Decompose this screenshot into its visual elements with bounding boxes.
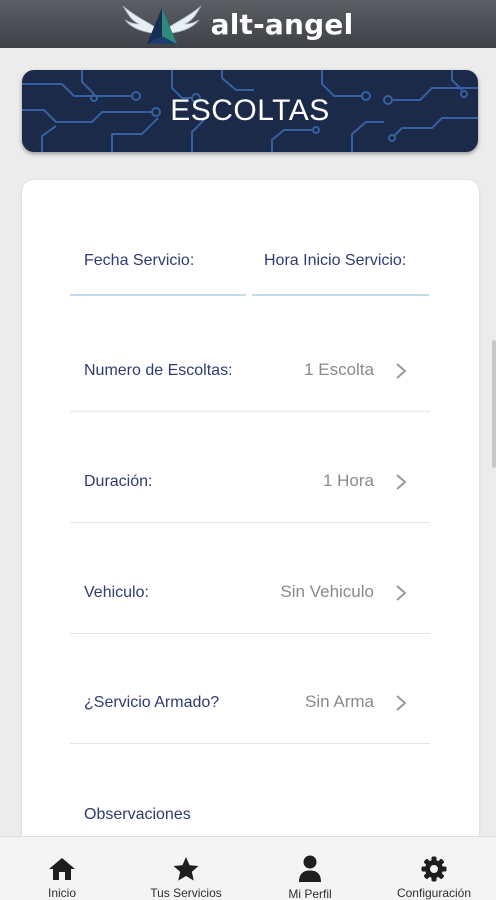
service-form-card: Fecha Servicio: Hora Inicio Servicio: Nu… [22,180,479,860]
section-banner: ESCOLTAS [22,70,478,152]
home-icon [48,855,76,882]
chevron-right-icon [396,363,407,379]
nav-label-configuracion: Configuración [396,886,472,900]
escort-count-label: Numero de Escoltas: [84,362,233,379]
nav-item-tus-servicios[interactable]: Tus Servicios [124,837,248,900]
escort-count-row[interactable]: Numero de Escoltas: 1 Escolta [70,360,430,412]
vehicle-label: Vehiculo: [84,584,149,601]
star-icon [172,855,200,882]
duration-value: 1 Hora [322,471,374,490]
service-date-label: Fecha Servicio: [84,252,195,269]
user-icon [296,855,324,883]
scrollbar[interactable] [492,340,496,468]
nav-item-mi-perfil[interactable]: Mi Perfil [248,837,372,900]
gear-icon [420,855,448,882]
escort-count-value: 1 Escolta [304,360,374,379]
nav-label-inicio: Inicio [47,886,76,900]
chevron-right-icon [396,695,407,711]
armed-service-row[interactable]: ¿Servicio Armado? Sin Arma [70,692,430,744]
date-time-row: Fecha Servicio: Hora Inicio Servicio: [70,252,430,296]
nav-item-inicio[interactable]: Inicio [0,837,124,900]
chevron-right-icon [396,585,407,601]
duration-row[interactable]: Duración: 1 Hora [70,471,430,523]
armed-service-label: ¿Servicio Armado? [84,694,220,711]
angel-wings-logo-icon [119,0,205,48]
banner-title: ESCOLTAS [170,94,330,127]
service-date-field[interactable]: Fecha Servicio: [70,252,246,296]
vehicle-row[interactable]: Vehiculo: Sin Vehiculo [70,582,430,634]
vehicle-value: Sin Vehiculo [280,582,374,601]
duration-label: Duración: [84,473,153,490]
chevron-right-icon [396,474,407,490]
armed-service-value: Sin Arma [305,692,374,711]
service-start-time-label: Hora Inicio Servicio: [264,252,407,269]
app-logo: alt-angel [119,0,354,48]
logo-text: alt-angel [210,7,354,41]
observations-label: Observaciones [84,806,191,823]
service-start-time-field[interactable]: Hora Inicio Servicio: [252,252,429,296]
bottom-nav: Inicio Tus Servicios Mi Perfil Configura… [0,836,496,900]
nav-label-mi-perfil: Mi Perfil [288,887,332,900]
nav-label-tus-servicios: Tus Servicios [150,886,222,900]
nav-item-configuracion[interactable]: Configuración [372,837,496,900]
app-header: alt-angel [0,0,496,48]
